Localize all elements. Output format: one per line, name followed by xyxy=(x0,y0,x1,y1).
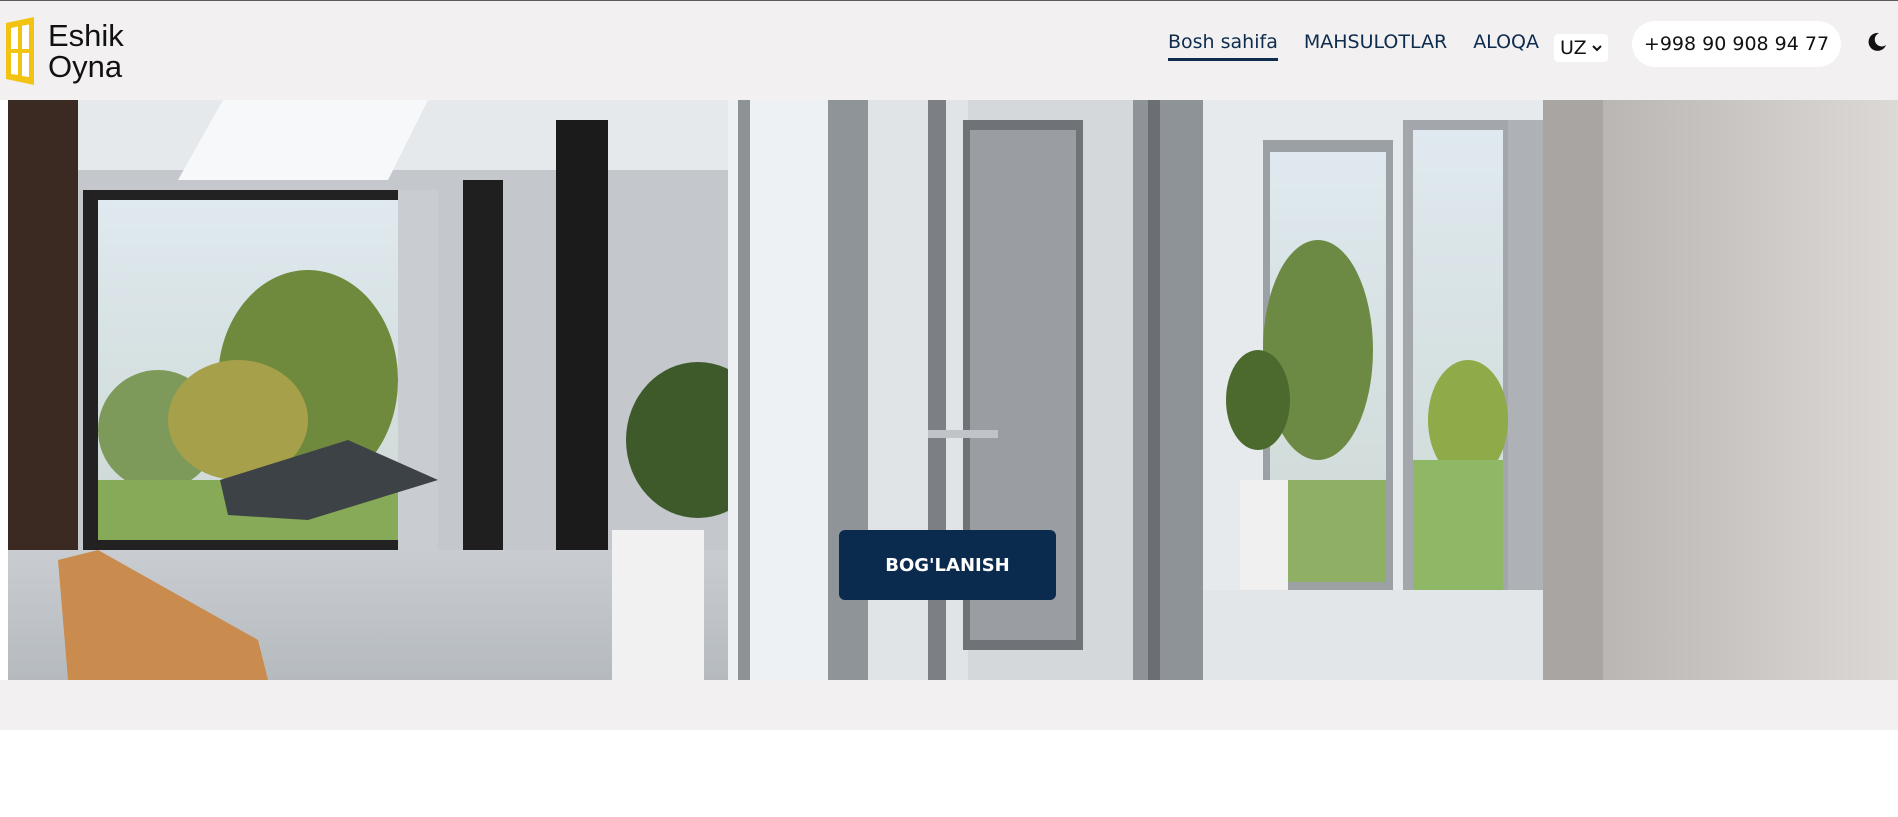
moon-icon[interactable] xyxy=(1865,30,1889,54)
contact-cta-button[interactable]: BOG'LANISH xyxy=(839,530,1056,600)
logo[interactable]: Eshik Oyna xyxy=(4,17,124,85)
nav-contact[interactable]: ALOQA xyxy=(1473,31,1539,58)
phone-number: +998 90 908 94 77 xyxy=(1643,33,1830,55)
section-divider xyxy=(0,680,1898,730)
logo-line-2: Oyna xyxy=(48,49,123,84)
language-value: UZ xyxy=(1560,37,1587,59)
nav-home[interactable]: Bosh sahifa xyxy=(1168,31,1278,61)
nav-products[interactable]: MAHSULOTLAR xyxy=(1304,31,1447,58)
phone-button[interactable]: +998 90 908 94 77 xyxy=(1632,21,1841,67)
chevron-down-icon xyxy=(1591,45,1602,52)
site-header: Eshik Oyna Bosh sahifa MAHSULOTLAR ALOQA… xyxy=(0,1,1898,100)
language-select[interactable]: UZ xyxy=(1554,34,1608,62)
logo-text: Eshik Oyna xyxy=(48,20,124,82)
logo-line-1: Eshik xyxy=(48,18,124,53)
main-nav: Bosh sahifa MAHSULOTLAR ALOQA xyxy=(1168,31,1565,61)
window-logo-icon xyxy=(6,17,34,85)
